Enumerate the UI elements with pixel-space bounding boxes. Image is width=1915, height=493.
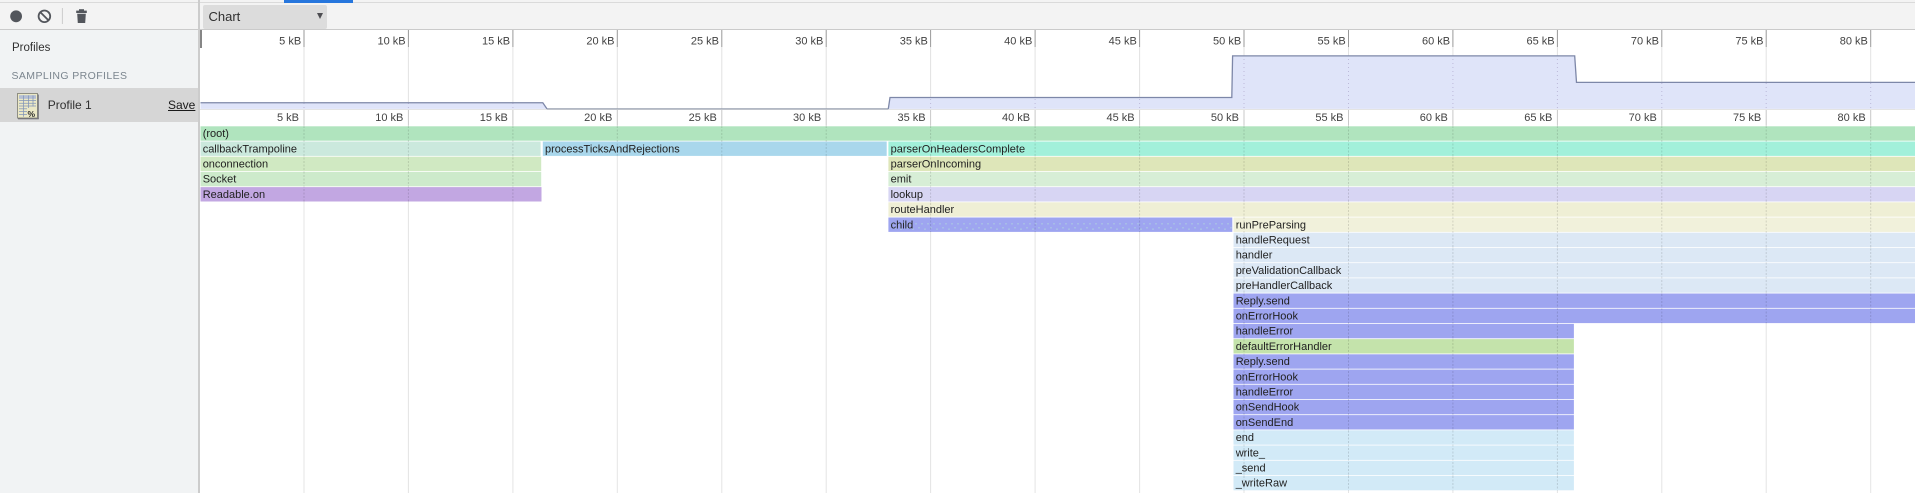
svg-text:Reply.send: Reply.send xyxy=(1236,356,1290,368)
svg-text:60 kB: 60 kB xyxy=(1422,35,1450,47)
svg-text:onSendHook: onSendHook xyxy=(1236,402,1300,414)
svg-text:processTicksAndRejections: processTicksAndRejections xyxy=(545,143,680,155)
svg-text:lookup: lookup xyxy=(891,189,923,201)
svg-text:40 kB: 40 kB xyxy=(1004,35,1032,47)
svg-text:30 kB: 30 kB xyxy=(795,35,823,47)
svg-text:callbackTrampoline: callbackTrampoline xyxy=(203,143,297,155)
svg-text:(root): (root) xyxy=(203,128,229,140)
svg-text:40 kB: 40 kB xyxy=(1002,112,1030,124)
svg-text:10 kB: 10 kB xyxy=(377,35,405,47)
svg-text:35 kB: 35 kB xyxy=(900,35,928,47)
svg-text:handleRequest: handleRequest xyxy=(1236,235,1310,247)
svg-text:emit: emit xyxy=(891,174,912,186)
svg-text:10 kB: 10 kB xyxy=(375,112,403,124)
svg-text:_send: _send xyxy=(1235,463,1266,475)
svg-text:20 kB: 20 kB xyxy=(584,112,612,124)
svg-text:45 kB: 45 kB xyxy=(1109,35,1137,47)
svg-text:20 kB: 20 kB xyxy=(586,35,614,47)
svg-text:25 kB: 25 kB xyxy=(691,35,719,47)
svg-text:onErrorHook: onErrorHook xyxy=(1236,371,1299,383)
svg-text:70 kB: 70 kB xyxy=(1629,112,1657,124)
svg-text:parserOnHeadersComplete: parserOnHeadersComplete xyxy=(891,143,1026,155)
svg-text:45 kB: 45 kB xyxy=(1106,112,1134,124)
svg-text:write_: write_ xyxy=(1235,447,1266,459)
svg-text:65 kB: 65 kB xyxy=(1526,35,1554,47)
svg-text:80 kB: 80 kB xyxy=(1840,35,1868,47)
svg-text:35 kB: 35 kB xyxy=(897,112,925,124)
svg-text:5 kB: 5 kB xyxy=(279,35,301,47)
svg-text:60 kB: 60 kB xyxy=(1420,112,1448,124)
svg-text:70 kB: 70 kB xyxy=(1631,35,1659,47)
svg-text:15 kB: 15 kB xyxy=(482,35,510,47)
svg-text:Readable.on: Readable.on xyxy=(203,189,265,201)
svg-text:Socket: Socket xyxy=(203,174,237,186)
svg-text:50 kB: 50 kB xyxy=(1213,35,1241,47)
svg-text:handleError: handleError xyxy=(1236,326,1294,338)
svg-text:handler: handler xyxy=(1236,250,1273,262)
svg-text:preHandlerCallback: preHandlerCallback xyxy=(1236,280,1333,292)
svg-text:75 kB: 75 kB xyxy=(1735,35,1763,47)
svg-text:25 kB: 25 kB xyxy=(689,112,717,124)
svg-text:%: % xyxy=(27,108,35,118)
svg-text:80 kB: 80 kB xyxy=(1838,112,1866,124)
svg-text:5 kB: 5 kB xyxy=(277,112,299,124)
svg-text:preValidationCallback: preValidationCallback xyxy=(1236,265,1342,277)
svg-text:75 kB: 75 kB xyxy=(1733,112,1761,124)
svg-text:runPreParsing: runPreParsing xyxy=(1236,219,1306,231)
svg-text:Reply.send: Reply.send xyxy=(1236,295,1290,307)
svg-text:15 kB: 15 kB xyxy=(480,112,508,124)
svg-text:handleError: handleError xyxy=(1236,387,1294,399)
svg-text:onErrorHook: onErrorHook xyxy=(1236,311,1299,323)
svg-text:routeHandler: routeHandler xyxy=(891,204,955,216)
svg-text:30 kB: 30 kB xyxy=(793,112,821,124)
svg-text:50 kB: 50 kB xyxy=(1211,112,1239,124)
svg-text:defaultErrorHandler: defaultErrorHandler xyxy=(1236,341,1332,353)
svg-text:55 kB: 55 kB xyxy=(1318,35,1346,47)
svg-text:end: end xyxy=(1236,432,1254,444)
svg-text:onSendEnd: onSendEnd xyxy=(1236,417,1294,429)
svg-text:onconnection: onconnection xyxy=(203,159,268,171)
svg-text:_writeRaw: _writeRaw xyxy=(1235,478,1287,490)
svg-text:parserOnIncoming: parserOnIncoming xyxy=(891,159,982,171)
svg-text:child: child xyxy=(891,219,914,231)
svg-text:55 kB: 55 kB xyxy=(1315,112,1343,124)
svg-text:65 kB: 65 kB xyxy=(1524,112,1552,124)
